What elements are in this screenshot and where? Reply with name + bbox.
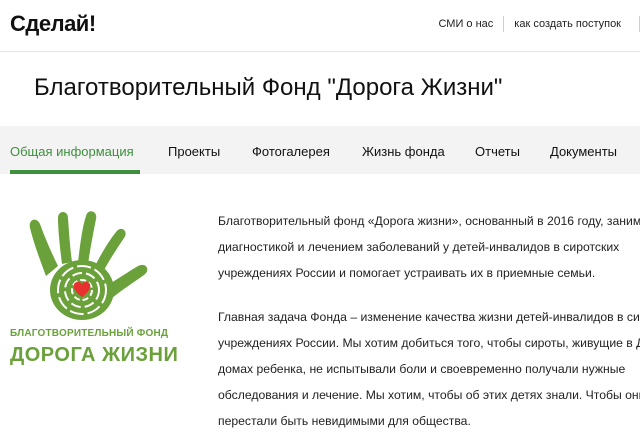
tab-photo-gallery[interactable]: Фотогалерея — [252, 144, 330, 159]
site-logo[interactable]: Сделай! — [10, 11, 96, 37]
how-to-create-deed-link[interactable]: как создать поступок — [514, 18, 621, 32]
tab-projects[interactable]: Проекты — [168, 144, 220, 159]
top-links: СМИ о нас как создать поступок — [438, 16, 640, 32]
text-line: учреждениях России и помогает устраивать… — [218, 266, 596, 280]
text-line: перестали быть невидимыми для общества. — [218, 414, 471, 428]
top-bar: Сделай! СМИ о нас как создать поступок — [0, 0, 640, 52]
description-paragraph: Главная задача Фонда – изменение качеств… — [218, 304, 640, 432]
fund-logo: БЛАГОТВОРИТЕЛЬНЫЙ ФОНД ДОРОГА ЖИЗНИ — [10, 204, 179, 384]
page-title: Благотворительный Фонд "Дорога Жизни" — [34, 74, 503, 101]
tab-bar: Общая информация Проекты Фотогалерея Жиз… — [0, 126, 640, 174]
text-line: диагностикой и лечением заболеваний у де… — [218, 240, 620, 254]
text-line: Благотворительный фонд «Дорога жизни», о… — [218, 214, 640, 228]
text-line: Главная задача Фонда – изменение качеств… — [218, 310, 640, 324]
text-line: обследования и лечение. Мы хотим, чтобы … — [218, 388, 640, 402]
tab-fund-life[interactable]: Жизнь фонда — [362, 144, 445, 159]
tab-general-info[interactable]: Общая информация — [10, 144, 134, 159]
tab-documents[interactable]: Документы — [550, 144, 617, 159]
text-line: учреждениях России. Мы хотим добиться то… — [218, 336, 640, 350]
link-divider — [503, 16, 505, 32]
text-line: домах ребенка, не испытывали боли и свое… — [218, 362, 626, 376]
fund-description: Благотворительный фонд «Дорога жизни», о… — [218, 208, 640, 432]
fund-logo-line1: БЛАГОТВОРИТЕЛЬНЫЙ ФОНД — [10, 328, 169, 339]
active-tab-indicator — [10, 170, 140, 174]
tab-reports[interactable]: Отчеты — [475, 144, 520, 159]
fund-logo-line2: ДОРОГА ЖИЗНИ — [10, 344, 179, 366]
hand-icon — [29, 211, 148, 320]
description-paragraph: Благотворительный фонд «Дорога жизни», о… — [218, 208, 640, 286]
media-about-us-link[interactable]: СМИ о нас — [438, 18, 493, 32]
